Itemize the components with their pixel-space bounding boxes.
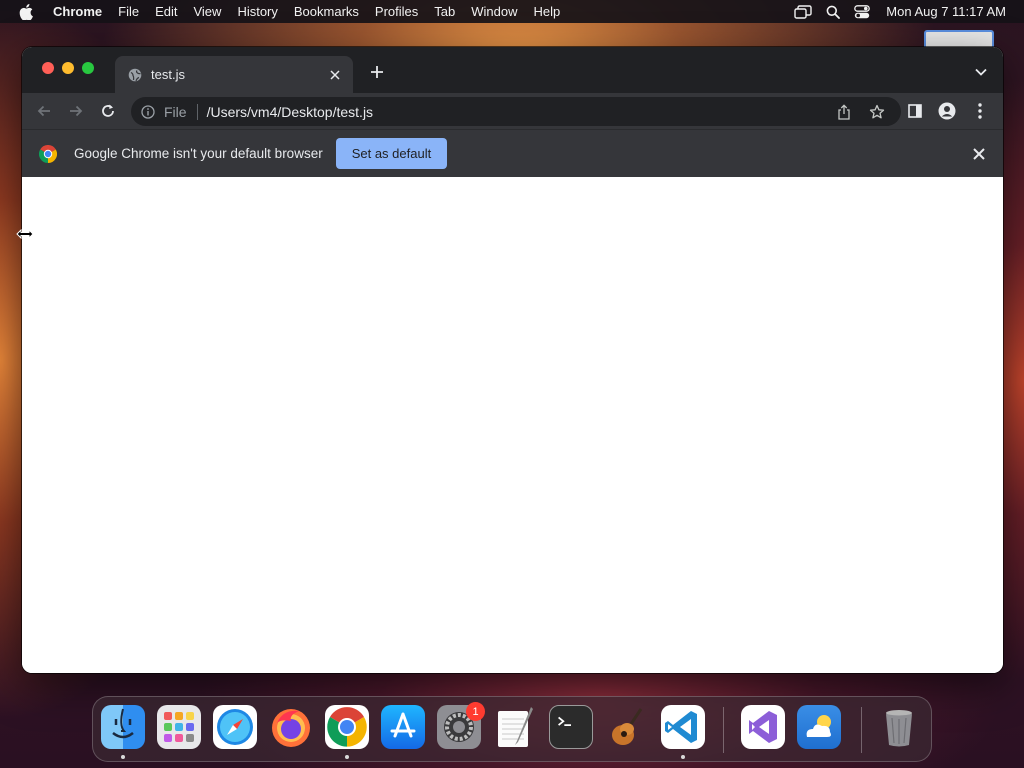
back-arrow-icon[interactable] [30, 97, 58, 125]
profile-avatar-icon[interactable] [933, 97, 961, 125]
firefox-icon[interactable] [269, 705, 313, 749]
menu-bar-clock[interactable]: Mon Aug 7 11:17 AM [886, 4, 1006, 19]
tab-test-js[interactable]: test.js [115, 56, 353, 93]
globe-icon [128, 68, 142, 82]
dock-separator [723, 707, 724, 753]
trash-icon[interactable] [877, 705, 921, 749]
dock-separator [861, 707, 862, 753]
garageband-icon[interactable] [605, 705, 649, 749]
tab-close-icon[interactable] [325, 65, 345, 85]
notification-badge: 1 [466, 702, 485, 721]
window-minimize-button[interactable] [62, 62, 74, 74]
menu-profiles[interactable]: Profiles [367, 0, 426, 23]
apple-logo-icon[interactable] [17, 0, 35, 23]
menu-bookmarks[interactable]: Bookmarks [286, 0, 367, 23]
menu-file[interactable]: File [110, 0, 147, 23]
screen-mirroring-icon[interactable] [794, 4, 812, 19]
textedit-icon[interactable] [493, 705, 537, 749]
url-text[interactable]: /Users/vm4/Desktop/test.js [207, 104, 374, 120]
title-bar: test.js [22, 47, 1003, 93]
search-icon[interactable] [826, 5, 841, 19]
menu-window[interactable]: Window [463, 0, 525, 23]
tab-title: test.js [151, 67, 185, 82]
resize-cursor-icon [16, 226, 34, 240]
toolbar: File /Users/vm4/Desktop/test.js [22, 93, 1003, 129]
menu-tab[interactable]: Tab [426, 0, 463, 23]
menu-bar: Chrome File Edit View History Bookmarks … [0, 0, 1024, 23]
tab-search-chevron-down-icon[interactable] [973, 64, 989, 80]
bookmark-star-icon[interactable] [868, 103, 886, 121]
chrome-window: test.js File /Users/vm4/Desktop/test.js … [22, 47, 1003, 673]
running-indicator [345, 755, 349, 759]
window-close-button[interactable] [42, 62, 54, 74]
finder-icon[interactable] [101, 705, 145, 749]
new-tab-button[interactable] [368, 63, 386, 81]
infobar-close-icon[interactable] [970, 145, 988, 163]
chrome-icon[interactable] [325, 705, 369, 749]
vscode-icon[interactable] [661, 705, 705, 749]
app-store-icon[interactable] [381, 705, 425, 749]
control-center-icon[interactable] [854, 4, 871, 19]
default-browser-infobar: Google Chrome isn't your default browser… [22, 129, 1003, 177]
desktop-file-icon[interactable] [924, 30, 994, 48]
running-indicator [681, 755, 685, 759]
visual-studio-icon[interactable] [741, 705, 785, 749]
menu-history[interactable]: History [229, 0, 285, 23]
menu-view[interactable]: View [185, 0, 229, 23]
infobar-message: Google Chrome isn't your default browser [74, 146, 323, 161]
url-scheme-label: File [164, 103, 187, 120]
side-panel-icon[interactable] [901, 97, 929, 125]
more-menu-icon[interactable] [966, 97, 994, 125]
weather-icon[interactable] [797, 705, 841, 749]
safari-icon[interactable] [213, 705, 257, 749]
dock [92, 696, 932, 762]
url-divider [196, 103, 198, 120]
terminal-icon[interactable] [549, 705, 593, 749]
menu-chrome[interactable]: Chrome [45, 0, 110, 23]
menu-edit[interactable]: Edit [147, 0, 185, 23]
chrome-logo-icon [38, 144, 58, 163]
launchpad-icon[interactable] [157, 705, 201, 749]
info-icon[interactable] [140, 104, 156, 120]
window-zoom-button[interactable] [82, 62, 94, 74]
menu-help[interactable]: Help [526, 0, 569, 23]
reload-icon[interactable] [94, 97, 122, 125]
forward-arrow-icon[interactable] [62, 97, 90, 125]
set-as-default-button[interactable]: Set as default [335, 138, 448, 169]
share-icon[interactable] [835, 103, 853, 121]
page-content[interactable] [22, 177, 1003, 673]
address-bar[interactable]: File /Users/vm4/Desktop/test.js [131, 97, 901, 126]
running-indicator [121, 755, 125, 759]
menu-bar-extras: Mon Aug 7 11:17 AM [780, 0, 1024, 23]
